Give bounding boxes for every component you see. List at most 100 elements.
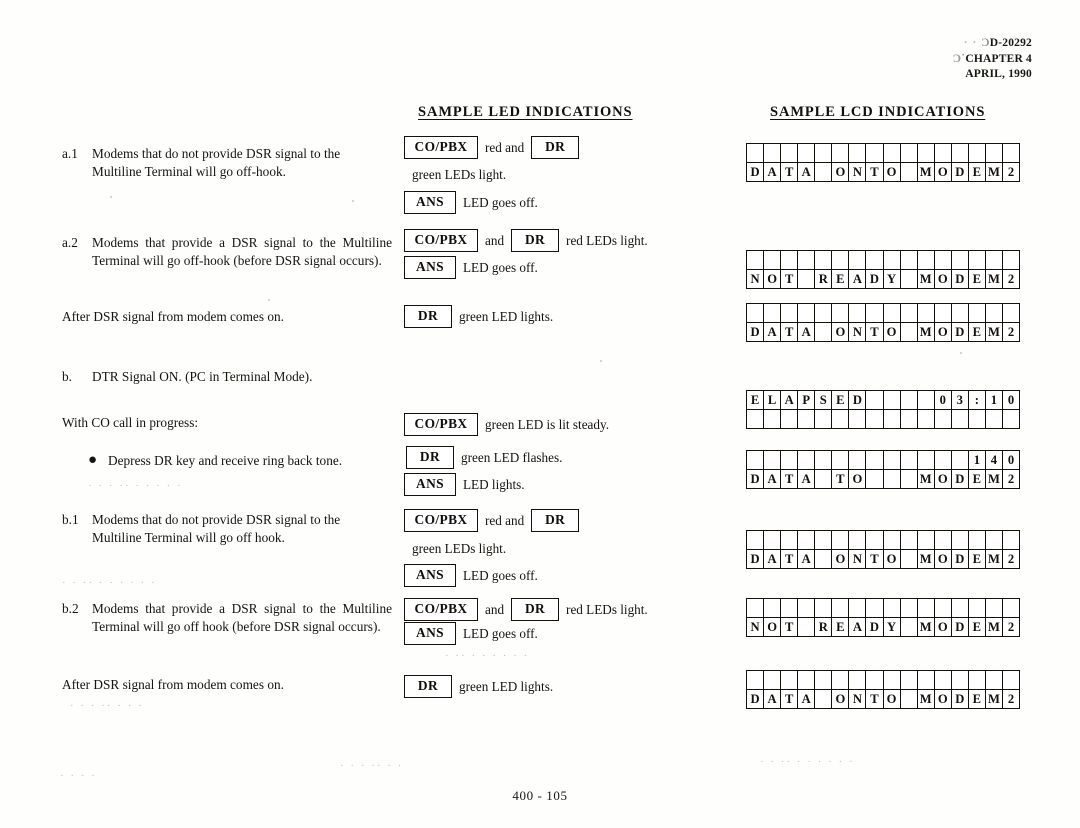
- led-key-co-pbx[interactable]: CO/PBX: [404, 229, 478, 252]
- lcd-cell: M: [986, 470, 1003, 488]
- lcd-cell: [1003, 304, 1019, 322]
- left-item-marker: a.1: [62, 146, 78, 161]
- lcd-panel-data-onto-modem2-c: DATAONTOMODEM2: [746, 530, 1020, 569]
- lcd-cell: E: [747, 391, 765, 409]
- led-key-dr[interactable]: DR: [511, 598, 560, 621]
- lcd-cell: 2: [1007, 165, 1015, 179]
- lcd-cell: [815, 323, 833, 341]
- lcd-cell: [935, 410, 952, 428]
- led-key-co-pbx[interactable]: CO/PBX: [404, 136, 478, 159]
- lcd-cell: A: [764, 550, 782, 568]
- header-date: APRIL, 1990: [965, 68, 1032, 80]
- led-key-ans[interactable]: ANS: [404, 191, 456, 214]
- lcd-panel-data-to-modem2-140: 140DATATOMODEM2: [746, 450, 1020, 489]
- lcd-cell: [952, 599, 969, 617]
- scan-smudge: · ·· · · · · · ·: [445, 650, 530, 662]
- left-item-text: After DSR signal from modem comes on.: [62, 677, 284, 692]
- lcd-row: 140: [747, 451, 1019, 469]
- header-chapter-lead: Ɔ˙: [952, 52, 966, 65]
- lcd-cell: [969, 531, 986, 549]
- led-indication-row: ANS LED goes off.: [404, 622, 545, 645]
- lcd-cell: D: [747, 550, 765, 568]
- led-key-dr[interactable]: DR: [531, 136, 580, 159]
- led-key-co-pbx[interactable]: CO/PBX: [404, 598, 478, 621]
- lcd-cell: O: [935, 690, 952, 708]
- lcd-cell: [969, 144, 986, 162]
- lcd-cell: [764, 531, 782, 549]
- lcd-row: [747, 304, 1019, 322]
- lcd-cell: [815, 410, 833, 428]
- lcd-cell: [849, 251, 867, 269]
- lcd-cell: 3: [952, 391, 969, 409]
- header-doc-number-lead: Ɔ: [981, 37, 990, 49]
- led-note-text: green LEDs light.: [412, 541, 507, 556]
- lcd-cell: [764, 599, 782, 617]
- lcd-cell: E: [969, 550, 986, 568]
- lcd-cell: [815, 144, 833, 162]
- lcd-panel-not-ready-modem2-a: NOTREADYMODEM2: [746, 250, 1020, 289]
- lcd-cell: [764, 251, 782, 269]
- lcd-cell: [969, 251, 986, 269]
- lcd-cell: [815, 304, 833, 322]
- lcd-cell: [832, 304, 850, 322]
- lcd-cell: M: [986, 270, 1003, 288]
- led-key-co-pbx[interactable]: CO/PBX: [404, 413, 478, 436]
- lcd-cell: [747, 251, 765, 269]
- lcd-panel-data-onto-modem2-d: DATAONTOMODEM2: [746, 670, 1020, 709]
- lcd-row: [747, 144, 1019, 162]
- lcd-cell: [781, 531, 799, 549]
- led-key-dr[interactable]: DR: [406, 446, 454, 469]
- lcd-cell: [901, 618, 918, 636]
- lcd-cell: 0: [1007, 453, 1015, 467]
- lcd-cell: [866, 599, 884, 617]
- lcd-cell: [901, 531, 918, 549]
- lcd-cell: [918, 671, 935, 689]
- lcd-cell: O: [884, 550, 901, 568]
- led-key-dr[interactable]: DR: [531, 509, 580, 532]
- lcd-cell: [764, 144, 782, 162]
- left-item-text: Modems that do not provide DSR signal to…: [92, 512, 341, 545]
- lcd-cell: [815, 163, 833, 181]
- lcd-cell: [849, 671, 867, 689]
- lcd-cell: [747, 144, 765, 162]
- led-key-ans[interactable]: ANS: [404, 473, 456, 496]
- lcd-cell: [815, 599, 833, 617]
- left-text-item: After DSR signal from modem comes on.: [62, 308, 392, 326]
- led-key-co-pbx[interactable]: CO/PBX: [404, 509, 478, 532]
- lcd-cell: Y: [884, 618, 901, 636]
- led-key-ans[interactable]: ANS: [404, 622, 456, 645]
- lcd-cell: [815, 550, 833, 568]
- lcd-cell: 0: [1007, 393, 1015, 407]
- led-key-ans[interactable]: ANS: [404, 256, 456, 279]
- lcd-panel-not-ready-modem2-b: NOTREADYMODEM2: [746, 598, 1020, 637]
- lcd-cell: [884, 451, 901, 469]
- lcd-cell: [918, 391, 935, 409]
- lcd-cell: [935, 304, 952, 322]
- header-doc-number-text: D-20292: [989, 37, 1032, 49]
- lcd-cell: R: [815, 270, 833, 288]
- lcd-cell: [935, 251, 952, 269]
- led-row-text: red and: [485, 512, 525, 528]
- lcd-cell: [866, 304, 884, 322]
- led-key-ans[interactable]: ANS: [404, 564, 456, 587]
- lcd-cell: T: [832, 470, 850, 488]
- led-key-dr[interactable]: DR: [404, 305, 452, 328]
- led-row-text: red and: [485, 139, 525, 155]
- led-note-text: green LEDs light.: [412, 167, 507, 182]
- lcd-cell: [866, 671, 884, 689]
- lcd-cell: [901, 410, 918, 428]
- led-indication-row: CO/PBX red and DR: [404, 509, 580, 532]
- lcd-cell: T: [781, 163, 799, 181]
- led-key-dr[interactable]: DR: [404, 675, 452, 698]
- lcd-cell: L: [764, 391, 782, 409]
- lcd-cell: T: [866, 550, 884, 568]
- led-row-text: and: [485, 232, 505, 248]
- lcd-cell: A: [798, 550, 816, 568]
- lcd-cell: [798, 451, 816, 469]
- led-key-dr[interactable]: DR: [511, 229, 560, 252]
- lcd-cell: O: [884, 323, 901, 341]
- led-row-text: LED goes off.: [463, 259, 538, 275]
- lcd-cell: T: [866, 323, 884, 341]
- lcd-row: [747, 251, 1019, 269]
- lcd-cell: O: [935, 618, 952, 636]
